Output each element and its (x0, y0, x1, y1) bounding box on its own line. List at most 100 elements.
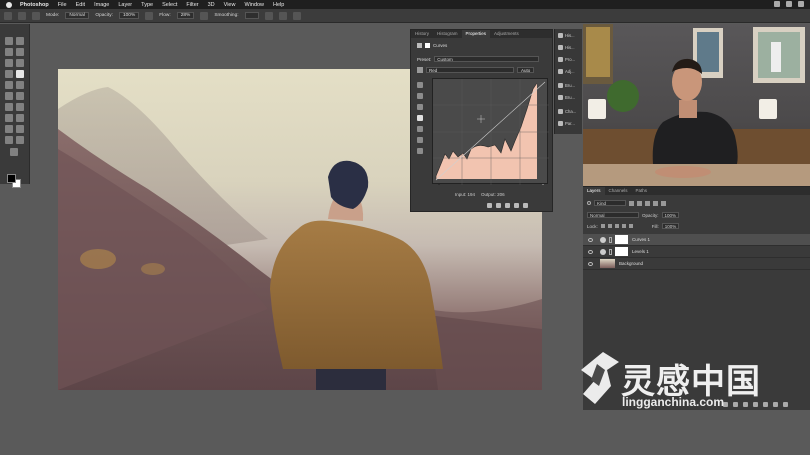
blend-mode-select[interactable]: Normal (587, 212, 639, 218)
marquee-tool-icon[interactable] (16, 37, 24, 45)
tab-histogram[interactable]: Histogram (433, 30, 462, 38)
visibility-eye-icon[interactable] (588, 249, 593, 254)
home-icon[interactable] (4, 11, 12, 20)
menu-type[interactable]: Type (141, 2, 153, 8)
history-brush-tool-icon[interactable] (16, 81, 24, 89)
strip-brush-settings[interactable]: Bru... (558, 95, 575, 100)
blur-tool-icon[interactable] (5, 103, 13, 111)
black-point-eyedropper-icon[interactable] (417, 82, 423, 88)
opacity-field[interactable]: 100% (118, 12, 140, 19)
pressure-size-icon[interactable] (292, 11, 301, 20)
clipping-warning-icon[interactable] (417, 148, 423, 154)
dodge-tool-icon[interactable] (16, 103, 24, 111)
wifi-icon[interactable] (774, 1, 780, 7)
strip-brushes[interactable]: Bru... (558, 83, 575, 88)
tab-adjustments[interactable]: Adjustments (490, 30, 523, 38)
channel-select[interactable]: Red (426, 67, 514, 73)
filter-kind-select[interactable]: Kind (594, 200, 626, 206)
input-value[interactable]: 194 (468, 192, 476, 197)
foreground-color-swatch[interactable] (7, 174, 16, 183)
output-value[interactable]: 206 (497, 192, 505, 197)
menu-help[interactable]: Help (273, 2, 284, 8)
control-center-icon[interactable] (798, 1, 804, 7)
mask-link-icon[interactable] (609, 248, 612, 255)
layer-mask-thumbnail[interactable] (615, 247, 628, 256)
spotlight-icon[interactable] (786, 1, 792, 7)
menu-3d[interactable]: 3D (208, 2, 215, 8)
visibility-icon[interactable] (514, 203, 519, 208)
white-point-eyedropper-icon[interactable] (417, 104, 423, 110)
crop-tool-icon[interactable] (5, 59, 13, 67)
curves-graph[interactable] (432, 78, 549, 187)
edit-toolbar-icon[interactable] (10, 148, 18, 156)
delete-icon[interactable] (523, 203, 528, 208)
pencil-curve-icon[interactable] (417, 126, 423, 132)
view-previous-icon[interactable] (496, 203, 501, 208)
visibility-eye-icon[interactable] (588, 261, 593, 266)
filter-pixel-icon[interactable] (629, 200, 634, 206)
menu-photoshop[interactable]: Photoshop (20, 2, 49, 8)
magic-wand-tool-icon[interactable] (16, 48, 24, 56)
airbrush-icon[interactable] (200, 11, 209, 20)
menu-window[interactable]: Window (244, 2, 264, 8)
gray-point-eyedropper-icon[interactable] (417, 93, 423, 99)
mask-icon[interactable] (425, 43, 430, 48)
flow-field[interactable]: 28% (176, 12, 195, 19)
fill-field[interactable]: 100% (661, 223, 680, 229)
strip-character[interactable]: Cha... (558, 109, 576, 114)
gradient-tool-icon[interactable] (16, 92, 24, 100)
eraser-tool-icon[interactable] (5, 92, 13, 100)
angle-icon[interactable] (278, 11, 287, 20)
path-selection-tool-icon[interactable] (5, 125, 13, 133)
smoothing-field[interactable] (244, 12, 259, 19)
move-tool-icon[interactable] (5, 37, 13, 45)
layer-row-levels[interactable]: Levels 1 (583, 246, 810, 258)
menu-select[interactable]: Select (162, 2, 177, 8)
visibility-eye-icon[interactable] (588, 237, 593, 242)
auto-button[interactable]: Auto (517, 67, 535, 73)
smooth-curve-icon[interactable] (417, 137, 423, 143)
strip-paragraph[interactable]: Par... (558, 121, 575, 126)
layer-name[interactable]: Background (619, 261, 643, 266)
type-tool-icon[interactable] (16, 114, 24, 122)
apple-icon[interactable] (6, 1, 12, 8)
stamp-tool-icon[interactable] (5, 81, 13, 89)
filter-adjustment-icon[interactable] (637, 200, 642, 206)
mode-select[interactable]: Normal (65, 12, 90, 19)
shape-tool-icon[interactable] (16, 125, 24, 133)
layer-name[interactable]: Curves 1 (632, 237, 650, 242)
curve-point-tool-icon[interactable] (417, 115, 423, 121)
clip-to-layer-icon[interactable] (487, 203, 492, 208)
strip-adjustments[interactable]: Adj... (558, 69, 575, 74)
filter-type-icon[interactable] (645, 200, 650, 206)
menu-file[interactable]: File (58, 2, 67, 8)
preset-select[interactable]: Custom (434, 56, 540, 62)
layer-row-curves[interactable]: Curves 1 (583, 234, 810, 246)
smoothing-options-icon[interactable] (264, 11, 273, 20)
lock-artboard-icon[interactable] (621, 224, 626, 228)
reset-icon[interactable] (505, 203, 510, 208)
pen-tool-icon[interactable] (5, 114, 13, 122)
brush-preset-icon[interactable] (18, 11, 26, 20)
tab-paths[interactable]: Paths (632, 187, 652, 195)
tab-channels[interactable]: Channels (605, 187, 632, 195)
lock-pixels-icon[interactable] (607, 224, 612, 228)
menu-filter[interactable]: Filter (186, 2, 198, 8)
lock-position-icon[interactable] (614, 224, 619, 228)
menu-edit[interactable]: Edit (76, 2, 85, 8)
tab-history[interactable]: History (411, 30, 433, 38)
lock-transparency-icon[interactable] (600, 224, 605, 228)
tab-layers[interactable]: Layers (583, 187, 605, 195)
strip-history[interactable]: His... (558, 33, 575, 38)
layer-mask-thumbnail[interactable] (615, 235, 628, 244)
layer-row-background[interactable]: Background (583, 258, 810, 270)
filter-smart-object-icon[interactable] (661, 200, 666, 206)
menu-layer[interactable]: Layer (118, 2, 132, 8)
layer-opacity-field[interactable]: 100% (661, 212, 680, 218)
brush-settings-icon[interactable] (32, 11, 40, 20)
brush-tool-icon[interactable] (16, 70, 24, 78)
eyedropper-tool-icon[interactable] (16, 59, 24, 67)
pressure-opacity-icon[interactable] (145, 11, 154, 20)
layer-name[interactable]: Levels 1 (632, 249, 649, 254)
lock-all-icon[interactable] (628, 224, 633, 228)
